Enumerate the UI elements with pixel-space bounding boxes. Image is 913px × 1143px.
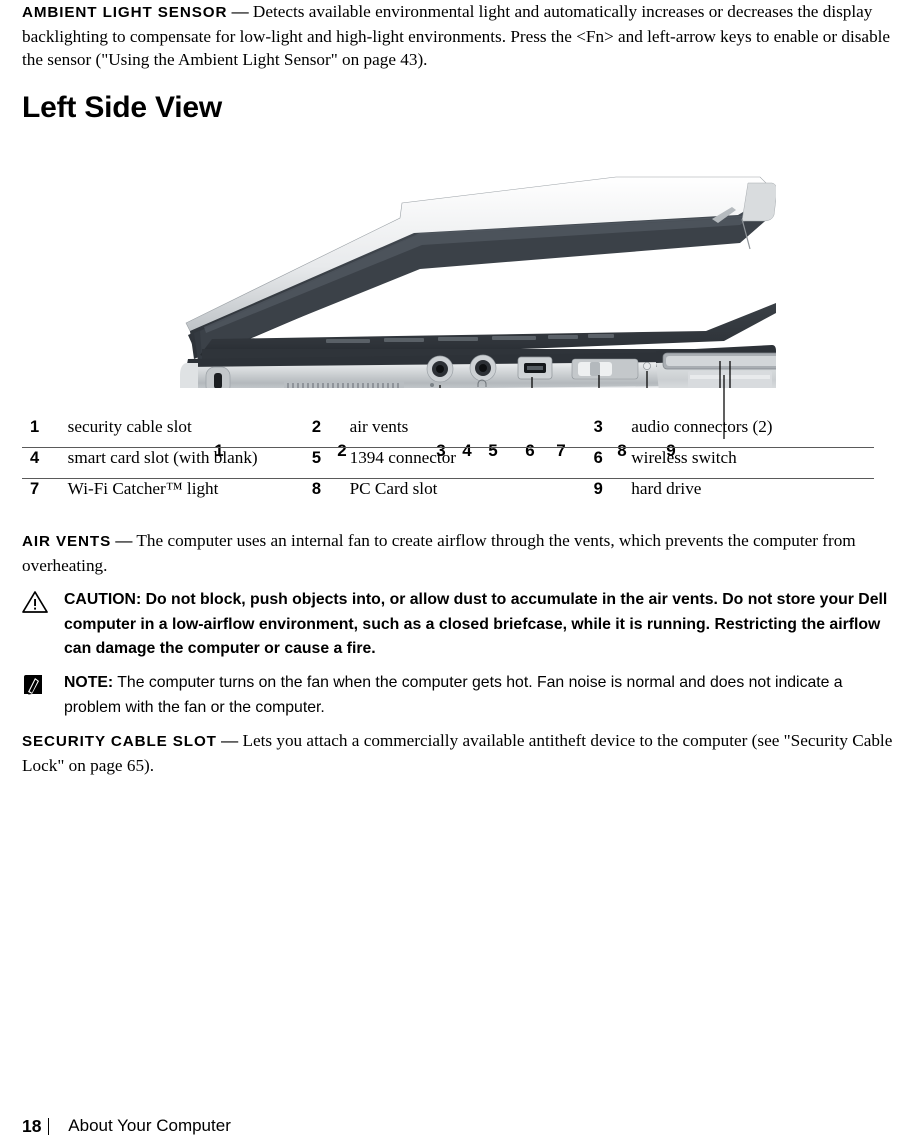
figure-legend-table: 1 security cable slot 2 air vents 3 audi… [22, 417, 874, 509]
legend-number: 3 [593, 418, 603, 436]
air-vents-paragraph: AIR VENTS — The computer uses an interna… [22, 529, 912, 577]
legend-number: 1 [30, 418, 40, 436]
page-footer: 18 About Your Computer [22, 1115, 231, 1137]
document-page: AMBIENT LIGHT SENSOR — Detects available… [0, 0, 913, 1143]
wireless-switch [571, 358, 639, 380]
legend-number: 7 [22, 478, 51, 509]
legend-label: wireless switch [614, 447, 874, 479]
caution-body: CAUTION: Do not block, push objects into… [64, 588, 904, 662]
laptop-illustration [180, 176, 776, 388]
footer-title: About Your Computer [68, 1116, 231, 1135]
footer-separator [48, 1117, 50, 1135]
legend-number: 2 [311, 418, 322, 436]
em-dash: — [221, 731, 239, 750]
legend-number: 4 [22, 447, 51, 479]
warning-triangle-icon [22, 590, 48, 614]
legend-label: 1394 connector [332, 447, 592, 479]
security-cable-slot-paragraph: SECURITY CABLE SLOT — Lets you attach a … [22, 729, 912, 777]
air-vents-text: The computer uses an internal fan to cre… [22, 531, 856, 575]
legend-number: 6 [591, 447, 615, 479]
caution-callout: CAUTION: Do not block, push objects into… [22, 588, 904, 662]
em-dash: — [231, 2, 249, 21]
air-vents-term: AIR VENTS [22, 533, 112, 550]
wifi-catcher-light [643, 362, 651, 370]
security-cable-slot [205, 366, 231, 388]
table-row: 4 smart card slot (with blank) 5 1394 co… [22, 447, 874, 479]
footer-page-number: 18 [22, 1115, 42, 1136]
legend-number: 9 [591, 478, 615, 509]
legend-label: Wi-Fi Catcher™ light [50, 478, 310, 509]
legend-number: 8 [309, 478, 333, 509]
legend-label: smart card slot (with blank) [50, 447, 310, 479]
1394-connector [517, 356, 553, 380]
ambient-light-sensor-paragraph: AMBIENT LIGHT SENSOR — Detects available… [22, 0, 894, 72]
caution-label: CAUTION: [64, 591, 142, 608]
note-text: The computer turns on the fan when the c… [64, 674, 843, 716]
note-label: NOTE: [64, 674, 114, 691]
section-heading-left-side-view: Left Side View [22, 91, 223, 124]
legend-label: security cable slot [67, 417, 192, 436]
note-body: NOTE: The computer turns on the fan when… [64, 671, 904, 720]
note-pencil-icon [22, 673, 48, 697]
em-dash: — [115, 531, 133, 550]
legend-number: 5 [309, 447, 333, 479]
legend-label: audio connectors (2) [631, 417, 773, 436]
table-row: 1 security cable slot 2 air vents 3 audi… [22, 417, 874, 448]
laptop-left-side-view-figure: 1 2 3 4 5 6 7 8 9 [176, 163, 776, 460]
legend-label: hard drive [614, 478, 874, 509]
air-vents [284, 381, 404, 388]
note-callout: NOTE: The computer turns on the fan when… [22, 671, 904, 720]
legend-label: PC Card slot [332, 478, 592, 509]
legend-label: air vents [349, 417, 409, 436]
caution-text: Do not block, push objects into, or allo… [64, 591, 888, 657]
ambient-light-sensor-term: AMBIENT LIGHT SENSOR [22, 4, 228, 21]
table-row: 7 Wi-Fi Catcher™ light 8 PC Card slot 9 … [22, 478, 874, 509]
security-cable-slot-term: SECURITY CABLE SLOT [22, 733, 217, 750]
